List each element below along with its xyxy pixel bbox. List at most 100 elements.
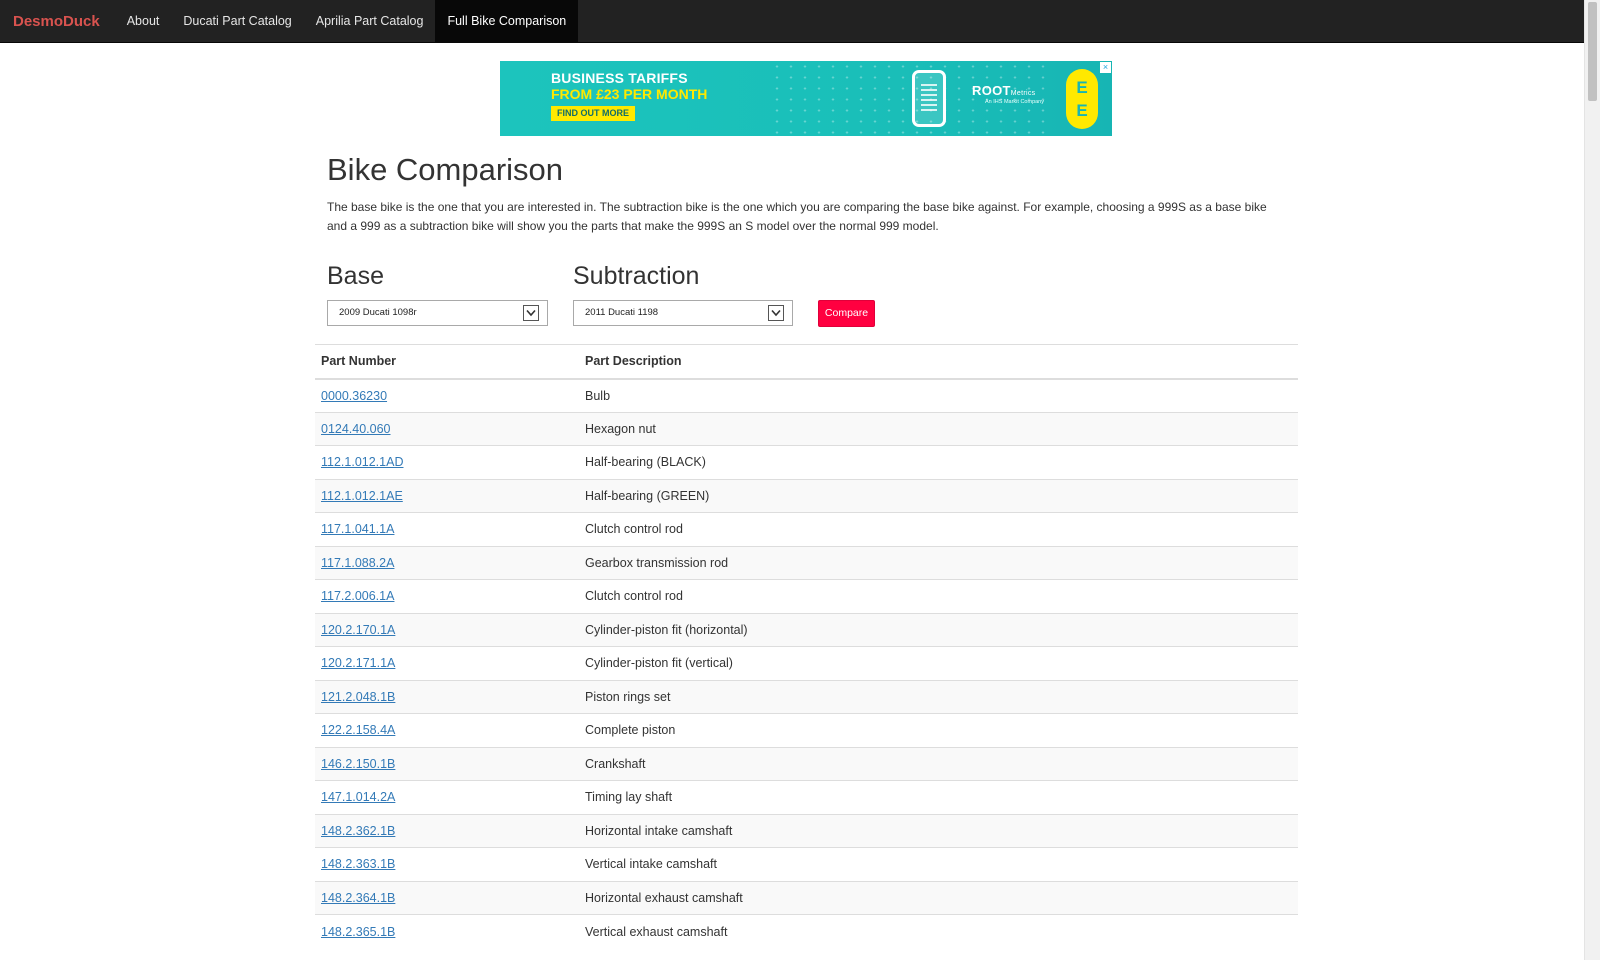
- scrollbar-thumb[interactable]: [1588, 2, 1597, 101]
- part-description-cell: Complete piston: [579, 713, 1298, 747]
- subtraction-bike-selected-value: 2011 Ducati 1198: [585, 307, 659, 318]
- table-row: 147.1.014.2A Timing lay shaft: [315, 780, 1298, 814]
- part-number-cell: 112.1.012.1AD: [315, 445, 579, 479]
- part-number-cell: 117.2.006.1A: [315, 579, 579, 613]
- ad-partner-logo: ROOTMetrics: [972, 83, 1035, 98]
- part-number-link[interactable]: 122.2.158.4A: [321, 723, 395, 737]
- part-number-cell: 148.2.362.1B: [315, 813, 579, 848]
- part-description-cell: Half-bearing (BLACK): [579, 445, 1298, 479]
- nav-item-about[interactable]: About: [115, 0, 172, 42]
- part-number-cell: 148.2.364.1B: [315, 880, 579, 915]
- part-number-link[interactable]: 112.1.012.1AD: [321, 455, 403, 469]
- base-label: Base: [327, 262, 384, 290]
- chevron-down-icon: [768, 305, 784, 321]
- part-description-cell: Half-bearing (GREEN): [579, 478, 1298, 513]
- part-number-link[interactable]: 120.2.170.1A: [321, 623, 395, 637]
- part-number-link[interactable]: 0000.36230: [321, 389, 387, 403]
- part-description-cell: Cylinder-piston fit (horizontal): [579, 612, 1298, 647]
- part-number-cell: 0124.40.060: [315, 411, 579, 446]
- part-number-link[interactable]: 148.2.364.1B: [321, 891, 395, 905]
- nav-item-full-bike-comparison[interactable]: Full Bike Comparison: [435, 0, 579, 42]
- table-row: 148.2.362.1B Horizontal intake camshaft: [315, 813, 1298, 848]
- part-description-cell: Horizontal exhaust camshaft: [579, 880, 1298, 915]
- phone-icon: [912, 70, 946, 127]
- nav-item-aprilia-part-catalog[interactable]: Aprilia Part Catalog: [304, 0, 436, 42]
- table-row: 148.2.364.1B Horizontal exhaust camshaft: [315, 880, 1298, 915]
- part-number-cell: 120.2.170.1A: [315, 612, 579, 647]
- part-number-link[interactable]: 117.1.088.2A: [321, 556, 394, 570]
- part-description-cell: Cylinder-piston fit (vertical): [579, 646, 1298, 680]
- ad-banner[interactable]: BUSINESS TARIFFS FROM £23 PER MONTH FIND…: [500, 61, 1112, 136]
- top-navbar: DesmoDuck About Ducati Part Catalog Apri…: [0, 0, 1584, 43]
- table-row: 112.1.012.1AD Half-bearing (BLACK): [315, 445, 1298, 479]
- part-number-cell: 117.1.041.1A: [315, 512, 579, 546]
- ee-logo: E E: [1066, 69, 1098, 129]
- ad-headline: BUSINESS TARIFFS: [551, 70, 688, 86]
- table-row: 117.2.006.1A Clutch control rod: [315, 579, 1298, 613]
- part-number-cell: 148.2.363.1B: [315, 847, 579, 881]
- part-number-cell: 121.2.048.1B: [315, 679, 579, 714]
- part-description-cell: Bulb: [579, 378, 1298, 412]
- compare-button[interactable]: Compare: [818, 300, 875, 327]
- subtraction-label: Subtraction: [573, 262, 700, 290]
- nav-item-ducati-part-catalog[interactable]: Ducati Part Catalog: [171, 0, 303, 42]
- part-description-cell: Timing lay shaft: [579, 780, 1298, 814]
- table-row: 112.1.012.1AE Half-bearing (GREEN): [315, 478, 1298, 513]
- part-number-cell: 147.1.014.2A: [315, 780, 579, 814]
- part-number-cell: 122.2.158.4A: [315, 713, 579, 747]
- part-number-link[interactable]: 117.1.041.1A: [321, 522, 394, 536]
- part-description-cell: Hexagon nut: [579, 411, 1298, 446]
- part-number-link[interactable]: 148.2.365.1B: [321, 925, 395, 939]
- part-number-cell: 117.1.088.2A: [315, 545, 579, 580]
- ad-partner-tagline: An IHS Markit Company: [985, 99, 1044, 105]
- brand-logo-link[interactable]: DesmoDuck: [0, 0, 115, 42]
- part-number-link[interactable]: 112.1.012.1AE: [321, 489, 403, 503]
- part-number-link[interactable]: 0124.40.060: [321, 422, 391, 436]
- base-bike-selected-value: 2009 Ducati 1098r: [339, 307, 417, 318]
- part-description-cell: Gearbox transmission rod: [579, 545, 1298, 580]
- table-row: 148.2.363.1B Vertical intake camshaft: [315, 847, 1298, 881]
- page-scrollbar[interactable]: [1584, 0, 1600, 960]
- part-description-cell: Vertical exhaust camshaft: [579, 914, 1298, 948]
- part-number-cell: 0000.36230: [315, 378, 579, 412]
- table-row: 120.2.171.1A Cylinder-piston fit (vertica…: [315, 646, 1298, 680]
- part-description-cell: Clutch control rod: [579, 579, 1298, 613]
- part-number-cell: 148.2.365.1B: [315, 914, 579, 948]
- part-description-cell: Crankshaft: [579, 746, 1298, 781]
- column-header-part-number: Part Number: [315, 344, 579, 380]
- column-header-part-description: Part Description: [579, 344, 1298, 380]
- part-number-cell: 120.2.171.1A: [315, 646, 579, 680]
- part-number-link[interactable]: 148.2.363.1B: [321, 857, 395, 871]
- part-description-cell: Piston rings set: [579, 679, 1298, 714]
- table-row: 146.2.150.1B Crankshaft: [315, 746, 1298, 781]
- table-row: 120.2.170.1A Cylinder-piston fit (horizon…: [315, 612, 1298, 647]
- part-description-cell: Clutch control rod: [579, 512, 1298, 546]
- chevron-down-icon: [523, 305, 539, 321]
- part-number-cell: 146.2.150.1B: [315, 746, 579, 781]
- parts-comparison-table: Part Number Part Description 0000.36230 B…: [315, 344, 1298, 948]
- ad-find-out-more-button[interactable]: FIND OUT MORE: [551, 106, 635, 121]
- part-number-link[interactable]: 120.2.171.1A: [321, 656, 395, 670]
- page-title: Bike Comparison: [327, 152, 564, 187]
- part-number-link[interactable]: 121.2.048.1B: [321, 690, 395, 704]
- part-number-link[interactable]: 148.2.362.1B: [321, 824, 395, 838]
- part-number-link[interactable]: 146.2.150.1B: [321, 757, 395, 771]
- table-row: 121.2.048.1B Piston rings set: [315, 679, 1298, 714]
- part-description-cell: Vertical intake camshaft: [579, 847, 1298, 881]
- part-number-link[interactable]: 117.2.006.1A: [321, 589, 394, 603]
- table-header-row: Part Number Part Description: [315, 344, 1298, 380]
- base-bike-select[interactable]: 2009 Ducati 1098r: [327, 300, 548, 326]
- ad-partner-name: ROOT: [972, 83, 1011, 98]
- intro-paragraph: The base bike is the one that you are in…: [327, 200, 1267, 233]
- table-row: 0124.40.060 Hexagon nut: [315, 411, 1298, 446]
- table-row: 117.1.041.1A Clutch control rod: [315, 512, 1298, 546]
- ad-close-icon[interactable]: ×: [1100, 62, 1111, 73]
- ee-logo-letter-1: E: [1076, 78, 1088, 97]
- part-number-link[interactable]: 147.1.014.2A: [321, 790, 395, 804]
- table-row: 117.1.088.2A Gearbox transmission rod: [315, 545, 1298, 580]
- ad-subheadline: FROM £23 PER MONTH: [551, 86, 708, 102]
- ad-partner-suffix: Metrics: [1010, 90, 1036, 97]
- ee-logo-letter-2: E: [1076, 101, 1088, 120]
- subtraction-bike-select[interactable]: 2011 Ducati 1198: [573, 300, 793, 326]
- table-row: 148.2.365.1B Vertical exhaust camshaft: [315, 914, 1298, 948]
